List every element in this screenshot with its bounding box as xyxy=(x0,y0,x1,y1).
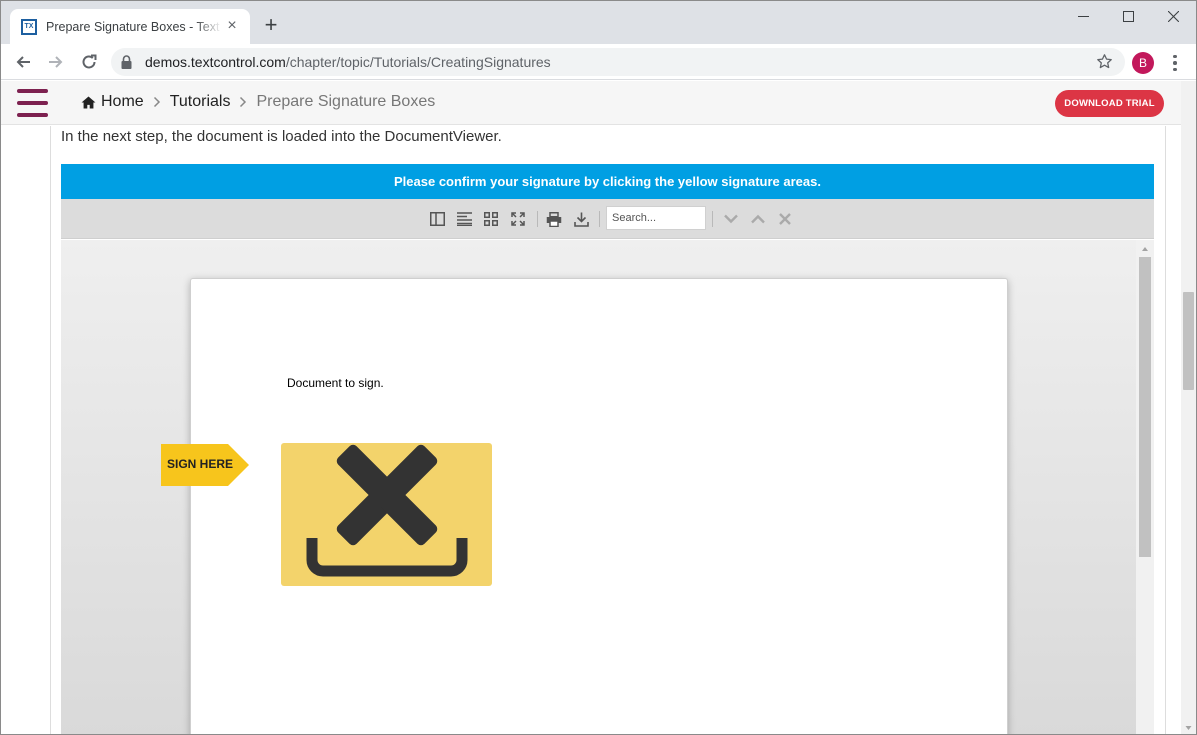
next-result-icon[interactable] xyxy=(722,210,740,228)
maximize-icon[interactable] xyxy=(1105,1,1151,31)
fullscreen-icon[interactable] xyxy=(509,210,527,228)
print-icon[interactable] xyxy=(545,210,563,228)
previous-result-icon[interactable] xyxy=(749,210,767,228)
minimize-icon[interactable] xyxy=(1060,1,1106,31)
thumbnails-icon[interactable] xyxy=(482,210,500,228)
page-scrollbar[interactable] xyxy=(1181,81,1196,734)
site-header: Home Tutorials Prepare Signature Boxes D… xyxy=(1,81,1181,125)
instruction-banner: Please confirm your signature by clickin… xyxy=(61,164,1154,199)
lock-icon xyxy=(121,55,132,74)
tab-strip: TX Prepare Signature Boxes - Text Contro… xyxy=(1,1,1196,44)
search-input[interactable]: Search... xyxy=(606,206,706,230)
new-tab-icon[interactable]: + xyxy=(259,14,283,38)
download-icon[interactable] xyxy=(572,210,590,228)
document-viewport[interactable]: Document to sign. SIGN HERE xyxy=(61,240,1154,734)
browser-toolbar: demos.textcontrol.com/chapter/topic/Tuto… xyxy=(1,44,1196,80)
close-window-icon[interactable] xyxy=(1150,1,1196,31)
intro-text: In the next step, the document is loaded… xyxy=(61,128,502,145)
url-text: demos.textcontrol.com/chapter/topic/Tuto… xyxy=(145,54,551,70)
text-align-icon[interactable] xyxy=(455,210,473,228)
favicon-icon: TX xyxy=(21,18,37,35)
hamburger-menu-icon[interactable] xyxy=(17,89,48,117)
chevron-right-icon xyxy=(240,96,247,108)
profile-avatar[interactable]: B xyxy=(1132,52,1154,74)
viewer-scroll-thumb[interactable] xyxy=(1139,257,1151,557)
browser-menu-icon[interactable] xyxy=(1165,53,1185,73)
document-page: Document to sign. xyxy=(190,278,1008,734)
forward-icon[interactable] xyxy=(44,50,68,74)
document-viewer-toolbar: Search... xyxy=(61,199,1154,239)
clear-search-icon[interactable] xyxy=(776,210,794,228)
document-text: Document to sign. xyxy=(287,376,384,390)
breadcrumb-current: Prepare Signature Boxes xyxy=(256,93,436,110)
close-tab-icon[interactable]: × xyxy=(224,18,240,35)
sign-here-marker[interactable]: SIGN HERE xyxy=(161,444,249,486)
viewer-scrollbar[interactable] xyxy=(1136,240,1154,734)
tab-title: Prepare Signature Boxes - Text Control xyxy=(46,19,222,34)
breadcrumb-tutorials[interactable]: Tutorials xyxy=(170,93,231,111)
page-scroll-thumb[interactable] xyxy=(1183,292,1194,390)
home-icon xyxy=(81,95,96,109)
browser-window: TX Prepare Signature Boxes - Text Contro… xyxy=(0,0,1197,735)
address-bar[interactable]: demos.textcontrol.com/chapter/topic/Tuto… xyxy=(111,48,1125,76)
signature-placeholder-icon xyxy=(306,444,468,577)
reload-icon[interactable] xyxy=(77,50,101,74)
sign-here-label: SIGN HERE xyxy=(167,457,234,471)
breadcrumb-home[interactable]: Home xyxy=(101,93,144,111)
browser-tab[interactable]: TX Prepare Signature Boxes - Text Contro… xyxy=(10,9,250,44)
signature-box[interactable] xyxy=(281,443,492,586)
breadcrumb: Home Tutorials Prepare Signature Boxes xyxy=(81,93,435,111)
bookmark-star-icon[interactable] xyxy=(1096,53,1113,75)
sidebar-icon[interactable] xyxy=(428,210,446,228)
download-trial-button[interactable]: DOWNLOAD TRIAL xyxy=(1055,90,1164,117)
back-icon[interactable] xyxy=(11,50,35,74)
chevron-right-icon xyxy=(153,96,160,108)
